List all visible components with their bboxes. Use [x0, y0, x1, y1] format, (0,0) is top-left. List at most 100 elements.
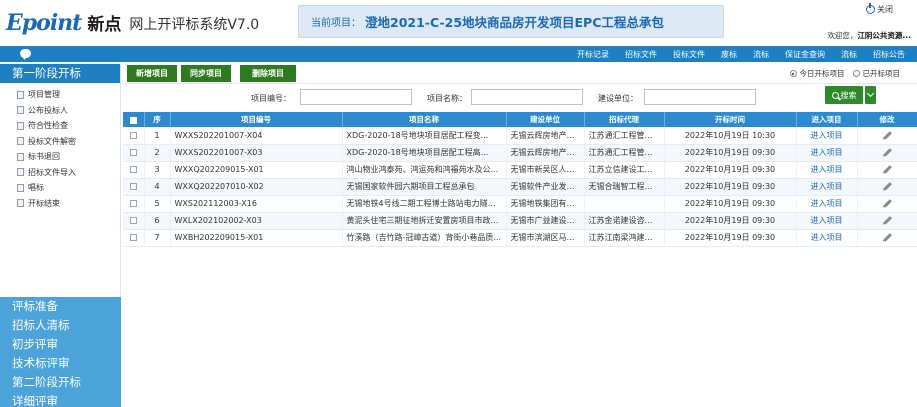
search-button[interactable]: 搜索 — [825, 86, 863, 104]
sidebar-item-compliance-check[interactable]: 符合性检查 — [0, 118, 120, 134]
project-name-input[interactable] — [471, 89, 583, 105]
pencil-icon[interactable] — [882, 199, 892, 208]
pencil-icon[interactable] — [882, 182, 892, 191]
cell-unit: 无锡云辉房地产开... — [506, 127, 585, 145]
row-checkbox[interactable] — [129, 234, 137, 241]
cell-code: WXXS202201007-X04 — [170, 127, 343, 145]
radio-today-projects[interactable] — [789, 70, 797, 77]
nav-item-tender-notice[interactable]: 招标公告 — [865, 49, 913, 60]
chevron-down-icon — [866, 89, 875, 98]
app-header: Epoint 新点 网上开评标系统V7.0 当前项目： 澄地2021-C-25地… — [0, 0, 917, 44]
nav-item-failed-bid-1[interactable]: 流标 — [745, 49, 777, 60]
pencil-icon[interactable] — [882, 165, 892, 174]
sidebar-item-decrypt-bids[interactable]: 投标文件解密 — [0, 134, 120, 150]
col-header-time[interactable]: 开标时间 — [664, 112, 797, 127]
col-header-code[interactable]: 项目编号 — [170, 112, 343, 127]
edit-cell — [857, 212, 917, 230]
sidebar-item-import-tender[interactable]: 招标文件导入 — [0, 165, 120, 181]
sidebar-item-publish-bidders[interactable]: 公布投标人 — [0, 103, 120, 119]
enter-project-link[interactable]: 进入项目 — [811, 131, 843, 140]
nav-item-open-records[interactable]: 开标记录 — [569, 49, 617, 60]
row-checkbox[interactable] — [129, 149, 137, 156]
delete-project-button[interactable]: 删除项目 — [240, 65, 296, 82]
build-unit-input[interactable] — [644, 89, 756, 105]
system-name: 网上开评标系统V7.0 — [129, 17, 260, 33]
col-header-unit[interactable]: 建设单位 — [506, 112, 585, 127]
cell-no: 1 — [144, 127, 171, 145]
nav-item-tender-docs[interactable]: 招标文件 — [617, 49, 665, 60]
nav-item-void-bid[interactable]: 废标 — [713, 49, 745, 60]
cell-name: XDG-2020-18号地块项目居配工程变... — [342, 127, 507, 145]
search-options-button[interactable] — [865, 86, 876, 104]
pencil-icon[interactable] — [882, 233, 892, 242]
cell-code: WXLX202102002-X03 — [170, 212, 343, 230]
cell-agent: 江苏立信建设工程... — [584, 161, 665, 179]
row-select-cell — [123, 178, 145, 196]
sidebar-item-project-manage[interactable]: 项目管理 — [0, 87, 120, 103]
top-nav-bar: 开标记录 招标文件 投标文件 废标 流标 保证金查询 流标 招标公告 — [0, 46, 917, 62]
table-row: 7 WXBH202209015-X01 竹溪路（吉竹路-冠嶂古道）背街小巷品质.… — [123, 229, 917, 247]
nav-item-bid-docs[interactable]: 投标文件 — [665, 49, 713, 60]
enter-project-link[interactable]: 进入项目 — [811, 216, 843, 225]
cell-time: 2022年10月19日 09:30 — [664, 195, 797, 213]
row-checkbox[interactable] — [129, 183, 137, 190]
phase-detailed-review[interactable]: 详细评审 — [0, 392, 121, 407]
row-checkbox[interactable] — [129, 217, 137, 224]
radio-opened-projects[interactable] — [852, 70, 860, 77]
cell-time: 2022年10月19日 09:30 — [664, 212, 797, 230]
enter-project-link[interactable]: 进入项目 — [811, 233, 843, 242]
enter-project-link[interactable]: 进入项目 — [811, 199, 843, 208]
sidebar-item-label: 项目管理 — [28, 90, 60, 100]
enter-cell: 进入项目 — [796, 161, 858, 179]
phase-title-active[interactable]: 第一阶段开标 — [0, 64, 120, 83]
col-header-no[interactable]: 序 — [144, 112, 171, 127]
close-button[interactable]: 关闭 — [866, 3, 893, 15]
search-button-label: 搜索 — [840, 90, 857, 100]
enter-project-link[interactable]: 进入项目 — [811, 182, 843, 191]
row-checkbox[interactable] — [129, 200, 137, 207]
sync-project-button[interactable]: 同步项目 — [181, 65, 231, 82]
logo: Epoint 新点 网上开评标系统V7.0 — [6, 6, 259, 36]
col-header-name[interactable]: 项目名称 — [342, 112, 507, 127]
enter-project-link[interactable]: 进入项目 — [811, 165, 843, 174]
pencil-icon[interactable] — [882, 131, 892, 140]
nav-item-deposit-query[interactable]: 保证金查询 — [777, 49, 833, 60]
chat-icon[interactable] — [20, 49, 31, 60]
toolbar: 新增项目 同步项目 删除项目 今日开标项目 已开标项目 — [123, 64, 917, 84]
phase-tenderer-clearing[interactable]: 招标人清标 — [0, 316, 121, 335]
project-code-input[interactable] — [300, 89, 412, 105]
row-checkbox[interactable] — [129, 131, 137, 139]
pencil-icon[interactable] — [882, 148, 892, 157]
nav-item-failed-bid-2[interactable]: 流标 — [833, 49, 865, 60]
new-project-button[interactable]: 新增项目 — [127, 65, 177, 82]
enter-cell: 进入项目 — [796, 144, 858, 162]
sidebar-item-label: 开标结束 — [28, 198, 60, 208]
phase-second-opening[interactable]: 第二阶段开标 — [0, 373, 121, 392]
project-name-label: 项目名称： — [427, 94, 467, 103]
cell-unit: 无锡云辉房地产开... — [506, 144, 585, 162]
row-checkbox[interactable] — [129, 166, 137, 173]
cell-time: 2022年10月19日 09:30 — [664, 178, 797, 196]
select-all-checkbox[interactable] — [129, 116, 137, 124]
cell-code: WXBH202209015-X01 — [170, 229, 343, 247]
project-table: 序 项目编号 项目名称 建设单位 招标代理 开标时间 进入项目 修改 1 WXX… — [123, 112, 917, 247]
col-header-agent[interactable]: 招标代理 — [584, 112, 665, 127]
sidebar-item-opening-end[interactable]: 开标结束 — [0, 196, 120, 212]
cell-agent — [584, 195, 665, 213]
phase-technical-review[interactable]: 技术标评审 — [0, 354, 121, 373]
cell-time: 2022年10月19日 09:30 — [664, 144, 797, 162]
sidebar-item-return-bids[interactable]: 标书退回 — [0, 149, 120, 165]
sidebar-item-read-bids[interactable]: 唱标 — [0, 180, 120, 196]
search-bar: 项目编号： 项目名称： 建设单位： 搜索 — [123, 86, 917, 110]
phase-list: 评标准备 招标人清标 初步评审 技术标评审 第二阶段开标 详细评审 — [0, 297, 121, 407]
table-row: 3 WXXQ202209015-X01 鸿山物业鸿泰苑、鸿运苑和鸿福苑水及公..… — [123, 161, 917, 179]
phase-evaluation-prep[interactable]: 评标准备 — [0, 297, 121, 316]
phase-preliminary-review[interactable]: 初步评审 — [0, 335, 121, 354]
welcome-user: 江阴公共资源... — [857, 31, 911, 40]
row-select-cell — [123, 127, 145, 145]
col-header-enter: 进入项目 — [796, 112, 858, 127]
enter-project-link[interactable]: 进入项目 — [811, 148, 843, 157]
document-icon — [17, 121, 24, 130]
search-icon — [831, 91, 839, 99]
pencil-icon[interactable] — [882, 216, 892, 225]
